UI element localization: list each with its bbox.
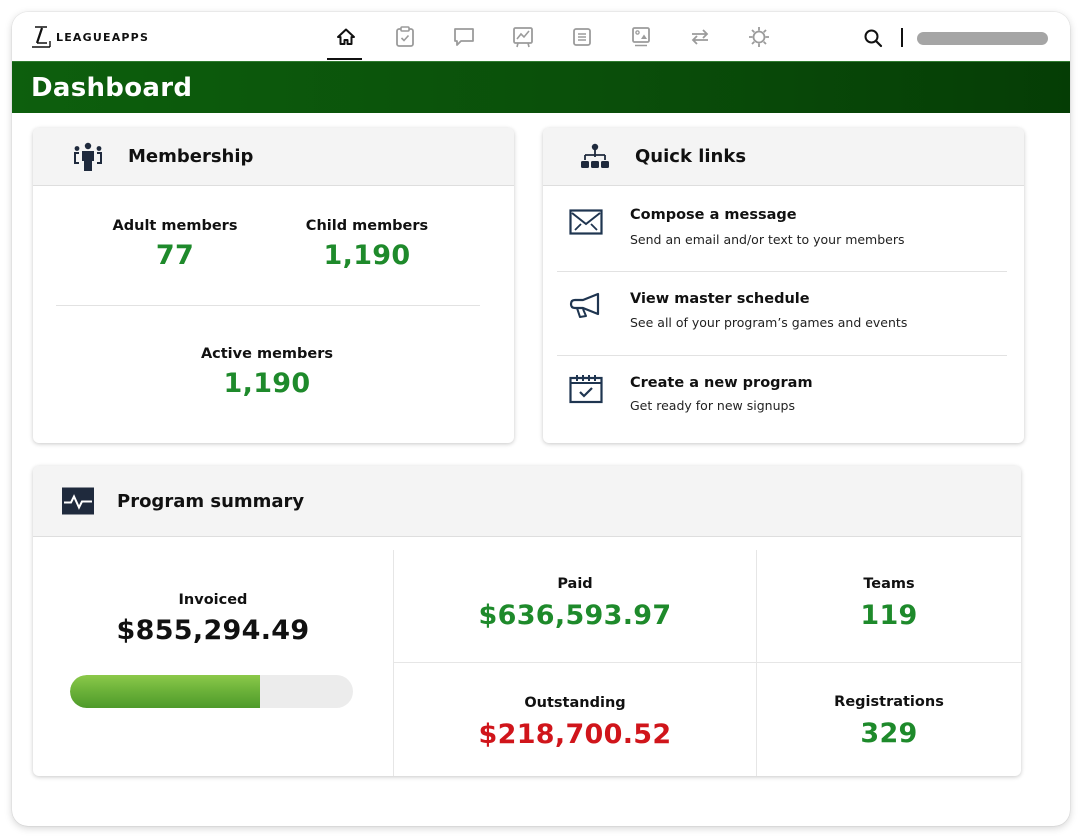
outstanding-value: $218,700.52 bbox=[478, 719, 672, 750]
nav-messages[interactable] bbox=[434, 12, 493, 61]
page-title: Dashboard bbox=[31, 73, 193, 103]
teams-value: 119 bbox=[860, 600, 918, 631]
search-icon bbox=[864, 29, 883, 48]
invoiced-stat: Invoiced $855,294.49 bbox=[33, 592, 393, 646]
top-nav: LEAGUEAPPS bbox=[12, 12, 1070, 61]
active-members-stat: Active members 1,190 bbox=[167, 346, 367, 399]
membership-title: Membership bbox=[128, 146, 254, 167]
quick-link-compose-message[interactable]: Compose a message Send an email and/or t… bbox=[543, 187, 1024, 271]
home-icon bbox=[336, 28, 355, 45]
paid-progress-fill bbox=[70, 675, 260, 708]
document-list-icon bbox=[572, 27, 591, 46]
nav-media[interactable] bbox=[611, 12, 670, 61]
summary-divider bbox=[394, 662, 1021, 663]
outstanding-label: Outstanding bbox=[524, 695, 626, 711]
group-icon bbox=[74, 142, 102, 171]
paid-stat: Paid $636,593.97 bbox=[394, 576, 756, 631]
chat-bubble-icon bbox=[453, 27, 474, 46]
membership-card: Membership Adult members 77 Child member… bbox=[33, 128, 514, 443]
search-button[interactable] bbox=[863, 28, 883, 52]
invoiced-label: Invoiced bbox=[178, 592, 248, 608]
nav-documents[interactable] bbox=[552, 12, 611, 61]
registrations-value: 329 bbox=[860, 718, 918, 749]
invoiced-value: $855,294.49 bbox=[116, 615, 310, 646]
quick-link-create-program[interactable]: Create a new program Get ready for new s… bbox=[543, 356, 1024, 440]
child-members-label: Child members bbox=[305, 218, 429, 234]
paid-progress-bar bbox=[70, 675, 353, 708]
calendar-check-icon bbox=[569, 375, 603, 404]
registrations-label: Registrations bbox=[834, 694, 944, 710]
adult-members-stat: Adult members 77 bbox=[75, 218, 275, 271]
quick-link-subtitle: See all of your program’s games and even… bbox=[630, 315, 908, 330]
quick-link-subtitle: Get ready for new signups bbox=[630, 398, 795, 413]
brand-name: LEAGUEAPPS bbox=[56, 30, 150, 44]
nav-transfers[interactable] bbox=[670, 12, 729, 61]
nav-settings[interactable] bbox=[729, 12, 788, 61]
paid-label: Paid bbox=[557, 576, 593, 592]
quick-links-title: Quick links bbox=[635, 146, 747, 167]
logo[interactable]: LEAGUEAPPS bbox=[30, 25, 149, 49]
child-members-value: 1,190 bbox=[323, 240, 411, 271]
pulse-icon bbox=[62, 487, 94, 515]
chart-board-icon bbox=[512, 26, 533, 47]
swap-arrows-icon bbox=[691, 28, 708, 45]
registrations-stat: Registrations 329 bbox=[757, 694, 1021, 749]
program-summary-card: Program summary Invoiced $855,294.49 Pai… bbox=[33, 466, 1021, 776]
child-members-stat: Child members 1,190 bbox=[267, 218, 467, 271]
teams-label: Teams bbox=[863, 576, 915, 592]
outstanding-stat: Outstanding $218,700.52 bbox=[394, 695, 756, 750]
nav-reports[interactable] bbox=[493, 12, 552, 61]
page-header: Dashboard bbox=[12, 61, 1070, 113]
sitemap-icon bbox=[581, 143, 609, 168]
quick-link-subtitle: Send an email and/or text to your member… bbox=[630, 232, 905, 247]
quick-links-card: Quick links Compose a message Send an em… bbox=[543, 128, 1024, 443]
clipboard-check-icon bbox=[395, 25, 414, 47]
gear-icon bbox=[748, 26, 769, 47]
adult-members-label: Adult members bbox=[112, 218, 238, 234]
program-summary-title: Program summary bbox=[117, 490, 305, 512]
active-members-label: Active members bbox=[200, 346, 334, 362]
user-menu[interactable] bbox=[917, 32, 1048, 45]
quick-link-title: View master schedule bbox=[630, 291, 810, 307]
nav-home[interactable] bbox=[316, 12, 375, 61]
quick-links-header: Quick links bbox=[543, 128, 1024, 186]
envelope-icon bbox=[569, 209, 603, 235]
membership-divider bbox=[56, 305, 480, 306]
quick-link-title: Compose a message bbox=[630, 207, 797, 223]
program-summary-header: Program summary bbox=[33, 466, 1021, 537]
nav-divider bbox=[901, 28, 903, 47]
megaphone-icon bbox=[569, 292, 600, 318]
quick-link-title: Create a new program bbox=[630, 375, 813, 391]
paid-value: $636,593.97 bbox=[478, 600, 672, 631]
nav-registrations[interactable] bbox=[375, 12, 434, 61]
main-nav bbox=[316, 12, 788, 61]
adult-members-value: 77 bbox=[155, 240, 195, 271]
membership-card-header: Membership bbox=[33, 128, 514, 186]
quick-link-master-schedule[interactable]: View master schedule See all of your pro… bbox=[543, 272, 1024, 356]
active-members-value: 1,190 bbox=[223, 368, 311, 399]
leagueapps-logo-icon bbox=[32, 26, 51, 48]
teams-stat: Teams 119 bbox=[757, 576, 1021, 631]
image-icon bbox=[631, 26, 650, 46]
